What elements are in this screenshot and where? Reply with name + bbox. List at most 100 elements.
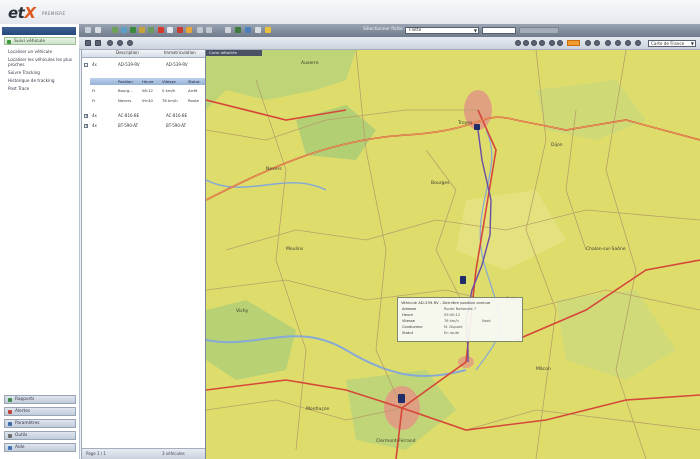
zoom-in-icon[interactable] — [197, 27, 203, 33]
zoom-box-icon[interactable] — [539, 40, 545, 46]
tracking-icon — [7, 39, 11, 44]
center-icon[interactable] — [585, 40, 591, 46]
reload-icon[interactable] — [127, 40, 133, 46]
stop-icon[interactable] — [177, 27, 183, 33]
list-item[interactable]: Fr Bourg... 08:12 0 km/h Arrêt — [90, 86, 205, 95]
chevron-down-icon: ▼ — [473, 27, 477, 33]
sidebar-section-tools[interactable]: Outils — [4, 431, 76, 440]
export-icon[interactable] — [235, 27, 241, 33]
app-header: etX PREMIERE — [0, 0, 700, 24]
grid-icon[interactable] — [95, 27, 101, 33]
section-label: Alertes — [15, 409, 31, 414]
map-toolbar: Carte de France ▼ — [79, 37, 700, 50]
app-logo: etX — [8, 4, 36, 22]
first-page-icon[interactable] — [85, 40, 91, 46]
document-icon[interactable] — [167, 27, 173, 33]
map-city-label: Troyes — [457, 120, 473, 126]
list-item[interactable]: Fr Nevers 09:40 76 km/h Route — [90, 96, 205, 105]
subcolumn-speed[interactable]: Vitesse — [162, 78, 176, 85]
vehicle-icon[interactable] — [112, 27, 118, 33]
tools-icon — [8, 434, 12, 438]
map-tab[interactable]: Carte détaillée — [206, 50, 262, 56]
print-icon[interactable] — [225, 27, 231, 33]
last-page-icon[interactable] — [117, 40, 123, 46]
sidebar-item-tracking-history[interactable]: Historique de tracking — [8, 78, 74, 83]
grid-header: Description Immatriculation — [82, 50, 205, 58]
map-city-label: Montluçon — [306, 406, 330, 412]
vehicle-subgrid: Position Heure Vitesse Statut Fr Bourg..… — [90, 71, 205, 111]
route-calc-icon[interactable] — [625, 40, 631, 46]
cell-flag: Fr — [92, 88, 96, 93]
map-graphic: Auxerre Troyes Dijon Nevers Bourges Moul… — [206, 50, 700, 459]
home-icon[interactable] — [85, 27, 91, 33]
sidebar-section-alerts[interactable]: Alertes — [4, 407, 76, 416]
cell-type: 4x — [92, 123, 97, 128]
cell-flag: Fr — [92, 98, 96, 103]
fullscreen-icon[interactable] — [594, 40, 600, 46]
next-page-icon[interactable] — [107, 40, 113, 46]
logo-text: et — [8, 4, 25, 22]
alert-icon[interactable] — [158, 27, 164, 33]
table-row[interactable]: + 4x AC-816-BE AC-816-BE — [82, 111, 205, 120]
section-label: Aide — [15, 445, 25, 450]
section-label: Paramètres — [15, 421, 40, 426]
popup-title: Véhicule AD-539-RV - Dernière position c… — [401, 300, 491, 305]
print-map-icon[interactable] — [605, 40, 611, 46]
sidebar-section-reports[interactable]: Rapports — [4, 395, 76, 404]
sidebar-item-locate-vehicle[interactable]: Localiser un véhicule — [8, 49, 74, 54]
star-icon[interactable] — [186, 27, 192, 33]
marker-icon[interactable] — [139, 27, 145, 33]
map-city-label: Mâcon — [536, 365, 551, 372]
sidebar-tab-tracking[interactable]: Suivi véhicule — [4, 37, 76, 45]
sidebar-item-post-trace[interactable]: Post Trace — [8, 86, 74, 91]
zoom-out-map-icon[interactable] — [531, 40, 537, 46]
table-row[interactable]: - 4x AD-539-RV AD-539-RV — [82, 60, 205, 69]
fleet-select[interactable]: Flotte ▼ — [405, 26, 479, 34]
subcolumn-status[interactable]: Statut — [188, 78, 200, 85]
vehicle-info-popup[interactable]: Véhicule AD-539-RV - Dernière position c… — [397, 297, 523, 342]
zoom-out-icon[interactable] — [206, 27, 212, 33]
info-icon[interactable] — [255, 27, 261, 33]
sidebar-item-tracking[interactable]: Suivre Tracking — [8, 70, 74, 75]
zoom-in-map-icon[interactable] — [523, 40, 529, 46]
sidebar-section-help[interactable]: Aide — [4, 443, 76, 452]
column-header-plate[interactable]: Immatriculation — [164, 50, 196, 56]
page-indicator: Page 1 / 1 — [86, 451, 106, 456]
popup-value: 76 km/h — [444, 319, 459, 323]
cell-speed: 76 km/h — [162, 98, 178, 103]
expand-icon[interactable]: + — [84, 113, 88, 118]
layers-icon[interactable] — [557, 40, 563, 46]
sidebar-section-settings[interactable]: Paramètres — [4, 419, 76, 428]
map-canvas[interactable]: Auxerre Troyes Dijon Nevers Bourges Moul… — [206, 50, 700, 459]
vehicle-grid: Description Immatriculation - 4x AD-539-… — [81, 50, 207, 459]
pan-icon[interactable] — [515, 40, 521, 46]
poi-icon[interactable] — [635, 40, 641, 46]
subcolumn-time[interactable]: Heure — [142, 78, 153, 85]
cell-speed: 0 km/h — [162, 88, 176, 93]
cell-position: Bourg... — [118, 88, 133, 93]
map-view-select[interactable]: Carte de France ▼ — [648, 39, 696, 47]
globe-icon[interactable] — [121, 27, 127, 33]
subcolumn-position[interactable]: Position — [118, 78, 133, 85]
save-map-icon[interactable] — [615, 40, 621, 46]
prev-page-icon[interactable] — [95, 40, 101, 46]
route-icon[interactable] — [148, 27, 154, 33]
cell-plate: AD-539-RV — [166, 62, 188, 67]
lightbulb-icon[interactable] — [265, 27, 271, 33]
table-row[interactable]: + 4x BT-590-AT BT-590-AT — [82, 121, 205, 130]
expand-icon[interactable]: + — [84, 123, 88, 128]
popup-label: Statut — [402, 331, 413, 335]
popup-value: 09:40:12 — [444, 313, 461, 317]
search-button[interactable] — [519, 26, 559, 34]
mail-icon[interactable] — [245, 27, 251, 33]
column-header-description[interactable]: Description — [116, 50, 139, 56]
measure-icon[interactable] — [549, 40, 555, 46]
refresh-icon[interactable] — [130, 27, 136, 33]
settings-icon — [8, 422, 12, 426]
sidebar-item-nearest-vehicles[interactable]: Localiser les véhicules les plus proches — [8, 57, 74, 67]
search-input[interactable] — [482, 26, 516, 34]
expand-icon[interactable]: - — [84, 62, 88, 67]
cell-plate: BT-590-AT — [166, 123, 187, 128]
map-city-label: Nevers — [266, 166, 282, 172]
legend-button[interactable] — [567, 40, 580, 46]
